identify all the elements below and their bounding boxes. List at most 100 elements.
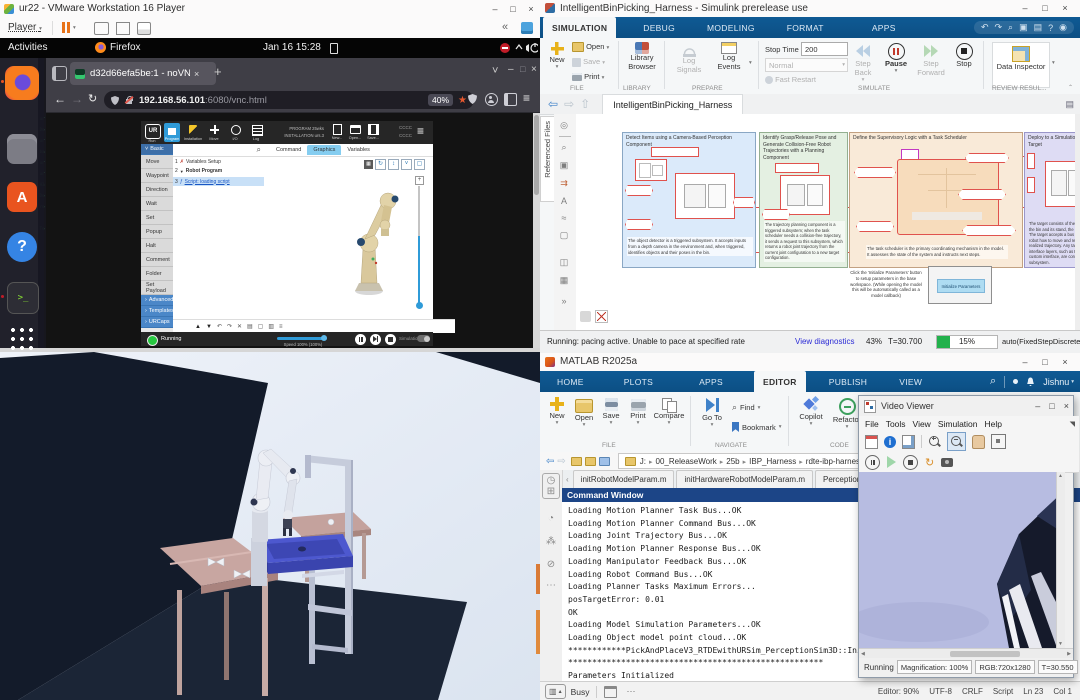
url-field[interactable]: 192.168.56.101 :6080/vnc.html 40% ★ <box>104 91 474 109</box>
more-tools-icon[interactable]: ⋯ <box>540 580 562 591</box>
view-tool-icon[interactable]: ▦ <box>364 160 373 169</box>
tab-variables[interactable]: Variables <box>341 145 376 155</box>
step-back-button[interactable]: Step Back▾ <box>848 43 878 83</box>
back-icon[interactable]: ⇦ <box>546 456 554 467</box>
close-icon[interactable]: × <box>531 64 537 75</box>
editor-tab[interactable]: initHardwareRobotModelParam.m <box>676 470 813 488</box>
nav-program-button[interactable]: Program <box>164 123 180 142</box>
nav-up-icon[interactable]: ⇧ <box>580 97 590 111</box>
tab-scroll-left-icon[interactable]: ‹ <box>566 475 569 484</box>
magnification-box[interactable]: Magnification: 100% <box>897 660 973 674</box>
maximize-icon[interactable]: □ <box>506 4 520 14</box>
review-gallery-caret[interactable]: ▾ <box>1052 60 1055 66</box>
nav-io-button[interactable]: I/O <box>227 123 243 142</box>
notes-icon[interactable] <box>521 22 533 34</box>
step-button[interactable] <box>370 334 381 345</box>
dock-files-icon[interactable] <box>7 134 37 164</box>
export-image-icon[interactable] <box>865 435 878 449</box>
canvas-scrollbar[interactable] <box>1075 114 1080 330</box>
output-port[interactable] <box>965 153 1009 163</box>
dock-show-apps-icon[interactable] <box>7 324 37 354</box>
stop-button[interactable] <box>385 334 396 345</box>
tab-plots[interactable]: PLOTS <box>615 371 662 392</box>
minimize-icon[interactable]: – <box>488 4 502 14</box>
cut-icon[interactable]: ✕ <box>237 323 242 330</box>
pause-button[interactable] <box>355 334 366 345</box>
editor-tab[interactable]: initRobotModelParam.m <box>573 470 675 488</box>
object-detector-subsystem[interactable] <box>675 173 735 219</box>
video-frame[interactable]: ▲ ▼ <box>859 472 1065 648</box>
trigger-block[interactable] <box>651 147 699 157</box>
novnc-scrollbar[interactable] <box>533 113 540 348</box>
tab-close-icon[interactable]: × <box>194 69 199 79</box>
initialize-parameters-button[interactable]: Initialize Parameters <box>937 279 985 293</box>
view-diagnostics-link[interactable]: View diagnostics <box>795 337 854 346</box>
copy-icon[interactable]: ▤ <box>247 323 253 330</box>
new-button[interactable]: New▾ <box>545 42 569 70</box>
find-button[interactable]: ⌕Find▾ <box>732 402 760 413</box>
suspend-button[interactable]: ▾ <box>62 22 80 34</box>
expand-palette-icon[interactable]: » <box>554 296 574 306</box>
path-segment[interactable]: IBP_Harness <box>740 457 797 466</box>
input-port[interactable] <box>762 209 790 220</box>
activities-button[interactable]: Activities <box>8 42 47 53</box>
search-icon[interactable]: ⌕ <box>257 145 261 155</box>
nav-installation-button[interactable]: Installation <box>185 123 201 142</box>
search-icon[interactable]: ⌕ <box>1008 22 1013 33</box>
folder-up-icon[interactable] <box>571 457 582 466</box>
loop-icon[interactable]: ↻ <box>925 456 934 469</box>
input-port[interactable] <box>854 167 896 178</box>
more-icon[interactable]: ⋯ <box>626 686 635 697</box>
stop-icon[interactable] <box>903 455 918 470</box>
file-open-button[interactable]: Open... <box>349 124 361 141</box>
tab-modeling[interactable]: MODELING <box>698 17 764 38</box>
system-tray-icons[interactable] <box>514 42 538 54</box>
sidebar-item-waypoint[interactable]: Waypoint <box>141 169 173 183</box>
output-port[interactable] <box>958 189 1006 200</box>
data-inspector-button[interactable]: Data Inspector <box>992 42 1050 88</box>
dock-terminal-icon[interactable]: >_ <box>7 282 39 314</box>
new-tab-button[interactable]: + <box>214 64 222 79</box>
menu-file[interactable]: File <box>865 419 879 429</box>
close-icon[interactable]: × <box>1058 3 1072 13</box>
permissions-shield-icon[interactable] <box>468 94 477 104</box>
minimize-icon[interactable]: – <box>1018 357 1032 367</box>
file-new-button[interactable]: New... <box>331 124 343 141</box>
zoom-slider[interactable]: + <box>415 176 423 314</box>
zoom-out-icon-active[interactable] <box>947 432 966 451</box>
search-icon[interactable]: ⌕ <box>990 375 996 388</box>
rotate-view-icon[interactable]: ↻ <box>375 159 386 170</box>
tab-editor[interactable]: EDITOR <box>754 371 806 392</box>
sidebar-item-comment[interactable]: Comment <box>141 253 173 267</box>
output-port[interactable] <box>733 197 755 208</box>
save-icon[interactable]: ▤ <box>1034 22 1043 33</box>
help-icon[interactable]: ? <box>1048 23 1053 33</box>
solver-label[interactable]: auto(FixedStepDiscrete) <box>1002 337 1080 346</box>
forward-icon[interactable]: → <box>71 92 83 106</box>
dock-software-icon[interactable]: A <box>7 182 37 212</box>
fit-to-view-icon[interactable]: ▣ <box>554 160 574 171</box>
history-icon[interactable]: ◔ <box>540 513 562 524</box>
goto-button[interactable]: Go To▾ <box>698 397 726 428</box>
dock-help-icon[interactable]: ? <box>7 232 37 262</box>
browser-tab[interactable]: d32d66efa5be:1 - noVN × <box>70 62 216 85</box>
redo-icon[interactable]: ↷ <box>227 323 232 330</box>
open-button[interactable]: Open▾ <box>572 397 596 428</box>
fast-restart-button[interactable]: Fast Restart <box>765 75 816 84</box>
sidebar-section-advanced[interactable]: ›Advanced <box>141 295 173 306</box>
path-segment[interactable]: 25b <box>717 457 740 466</box>
shield-icon[interactable] <box>111 96 119 105</box>
user-menu[interactable]: Jishnu▾ <box>1043 377 1074 387</box>
info-icon[interactable]: i <box>884 436 896 448</box>
slider-knob[interactable] <box>416 302 423 309</box>
redo-icon[interactable]: ↷ <box>995 22 1003 33</box>
sim-mode-select[interactable]: Normal▾ <box>765 58 848 72</box>
screenshot-icon[interactable]: ▣ <box>1019 22 1028 33</box>
menu-tools[interactable]: Tools <box>886 419 906 429</box>
record-icon[interactable]: ◉ <box>1059 22 1067 33</box>
save-button[interactable]: Save▾ <box>599 397 623 426</box>
path-segment[interactable]: 00_ReleaseWork <box>646 457 717 466</box>
input-port[interactable] <box>625 185 653 196</box>
close-icon[interactable]: × <box>1058 357 1072 367</box>
sidebar-item-folder[interactable]: Folder <box>141 267 173 281</box>
